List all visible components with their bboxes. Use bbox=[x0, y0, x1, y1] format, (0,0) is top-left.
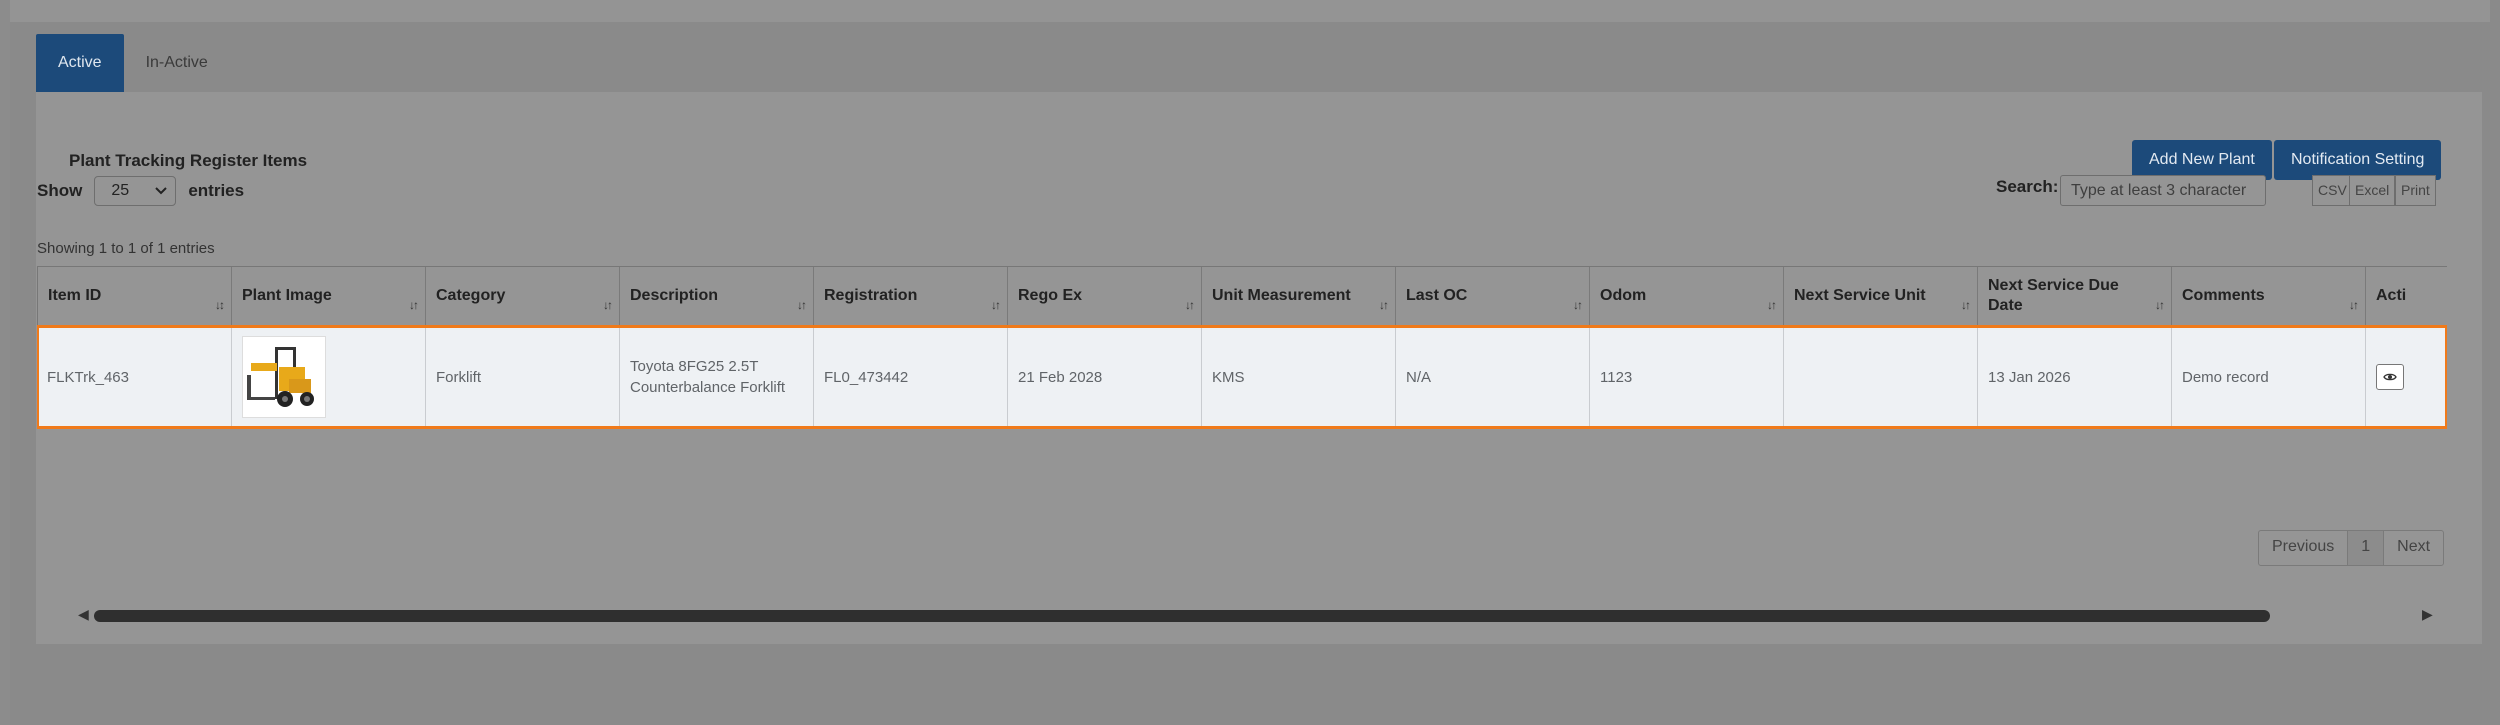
sort-icon: ↓↑ bbox=[1185, 298, 1195, 312]
add-new-plant-button[interactable]: Add New Plant bbox=[2132, 140, 2272, 180]
cell-last-oc: N/A bbox=[1395, 326, 1589, 428]
sort-icon: ↓↑ bbox=[1961, 298, 1971, 312]
top-bar bbox=[10, 0, 2490, 22]
column-header-odom[interactable]: Odom ↓↑ bbox=[1589, 267, 1783, 325]
tab-in-active[interactable]: In-Active bbox=[124, 34, 230, 92]
cell-category: Forklift bbox=[425, 326, 619, 428]
cell-rego-ex: 21 Feb 2028 bbox=[1007, 326, 1201, 428]
column-header-rego-ex[interactable]: Rego Ex ↓↑ bbox=[1007, 267, 1201, 325]
table-row[interactable]: FLKTrk_463 Forklift Toyota 8FG25 2.5T Co… bbox=[37, 325, 2447, 429]
search-input[interactable]: Type at least 3 character bbox=[2060, 175, 2266, 206]
column-header-registration[interactable]: Registration ↓↑ bbox=[813, 267, 1007, 325]
cell-odom: 1123 bbox=[1589, 326, 1783, 428]
page-left-edge bbox=[0, 0, 10, 725]
sort-icon: ↓↑ bbox=[2155, 298, 2165, 312]
column-header-item-id[interactable]: Item ID ↓↕ bbox=[37, 267, 231, 325]
forklift-image[interactable] bbox=[242, 336, 326, 418]
sort-icon: ↓↕ bbox=[215, 298, 225, 312]
notification-setting-button[interactable]: Notification Setting bbox=[2274, 140, 2442, 180]
cell-unit-measurement: KMS bbox=[1201, 326, 1395, 428]
tab-active[interactable]: Active bbox=[36, 34, 124, 92]
chevron-down-icon bbox=[155, 182, 168, 200]
previous-page-button[interactable]: Previous bbox=[2259, 531, 2347, 565]
pagination: Previous 1 Next bbox=[2258, 530, 2445, 566]
column-header-action[interactable]: Acti bbox=[2365, 267, 2447, 325]
page-length-control: Show 25 entries bbox=[37, 176, 244, 206]
next-page-button[interactable]: Next bbox=[2384, 531, 2443, 565]
cell-registration: FL0_473442 bbox=[813, 326, 1007, 428]
panel-title: Plant Tracking Register Items bbox=[69, 151, 308, 170]
column-header-comments[interactable]: Comments ↓↑ bbox=[2171, 267, 2365, 325]
view-button[interactable] bbox=[2376, 364, 2404, 390]
print-button[interactable]: Print bbox=[2395, 175, 2436, 206]
entries-select[interactable]: 25 bbox=[94, 176, 177, 206]
column-header-unit-measurement[interactable]: Unit Measurement ↓↑ bbox=[1201, 267, 1395, 325]
sort-icon: ↓↑ bbox=[2349, 298, 2359, 312]
show-label: Show bbox=[37, 181, 83, 200]
csv-button[interactable]: CSV bbox=[2312, 175, 2353, 206]
sort-icon: ↓↑ bbox=[797, 298, 807, 312]
column-header-next-service-unit[interactable]: Next Service Unit ↓↑ bbox=[1783, 267, 1977, 325]
table-info: Showing 1 to 1 of 1 entries bbox=[37, 240, 215, 257]
cell-next-service-unit bbox=[1783, 326, 1977, 428]
table-header-row: Item ID ↓↕ Plant Image ↓↑ Category ↓↑ Descr… bbox=[37, 266, 2447, 326]
eye-icon bbox=[2383, 367, 2397, 388]
horizontal-scrollbar[interactable] bbox=[78, 606, 2438, 622]
page-1-button[interactable]: 1 bbox=[2347, 531, 2385, 565]
column-header-category[interactable]: Category ↓↑ bbox=[425, 267, 619, 325]
cell-action bbox=[2365, 326, 2447, 428]
status-tabs: Active In-Active bbox=[36, 34, 230, 92]
entries-label: entries bbox=[188, 181, 245, 200]
scrollbar-thumb[interactable] bbox=[94, 610, 2270, 622]
column-header-next-service-due-date[interactable]: Next Service Due Date ↓↑ bbox=[1977, 267, 2171, 325]
sort-icon: ↓↑ bbox=[409, 298, 419, 312]
cell-description: Toyota 8FG25 2.5T Counterbalance Forklif… bbox=[619, 326, 813, 428]
sort-icon: ↓↑ bbox=[1767, 298, 1777, 312]
cell-item-id: FLKTrk_463 bbox=[47, 368, 129, 386]
column-header-last-oc[interactable]: Last OC ↓↑ bbox=[1395, 267, 1589, 325]
cell-plant-image bbox=[231, 326, 425, 428]
column-header-description[interactable]: Description ↓↑ bbox=[619, 267, 813, 325]
sort-icon: ↓↑ bbox=[1573, 298, 1583, 312]
sort-icon: ↓↑ bbox=[603, 298, 613, 312]
entries-select-value: 25 bbox=[111, 182, 130, 199]
sort-icon: ↓↑ bbox=[991, 298, 1001, 312]
plant-table: Item ID ↓↕ Plant Image ↓↑ Category ↓↑ Descr… bbox=[37, 266, 2447, 432]
cell-next-service-due: 13 Jan 2026 bbox=[1977, 326, 2171, 428]
scroll-right-arrow-icon[interactable]: ▶ bbox=[2422, 606, 2433, 623]
cell-comments: Demo record bbox=[2171, 326, 2365, 428]
sort-icon: ↓↑ bbox=[1379, 298, 1389, 312]
column-header-plant-image[interactable]: Plant Image ↓↑ bbox=[231, 267, 425, 325]
excel-button[interactable]: Excel bbox=[2349, 175, 2396, 206]
search-label: Search: bbox=[1996, 177, 2059, 196]
